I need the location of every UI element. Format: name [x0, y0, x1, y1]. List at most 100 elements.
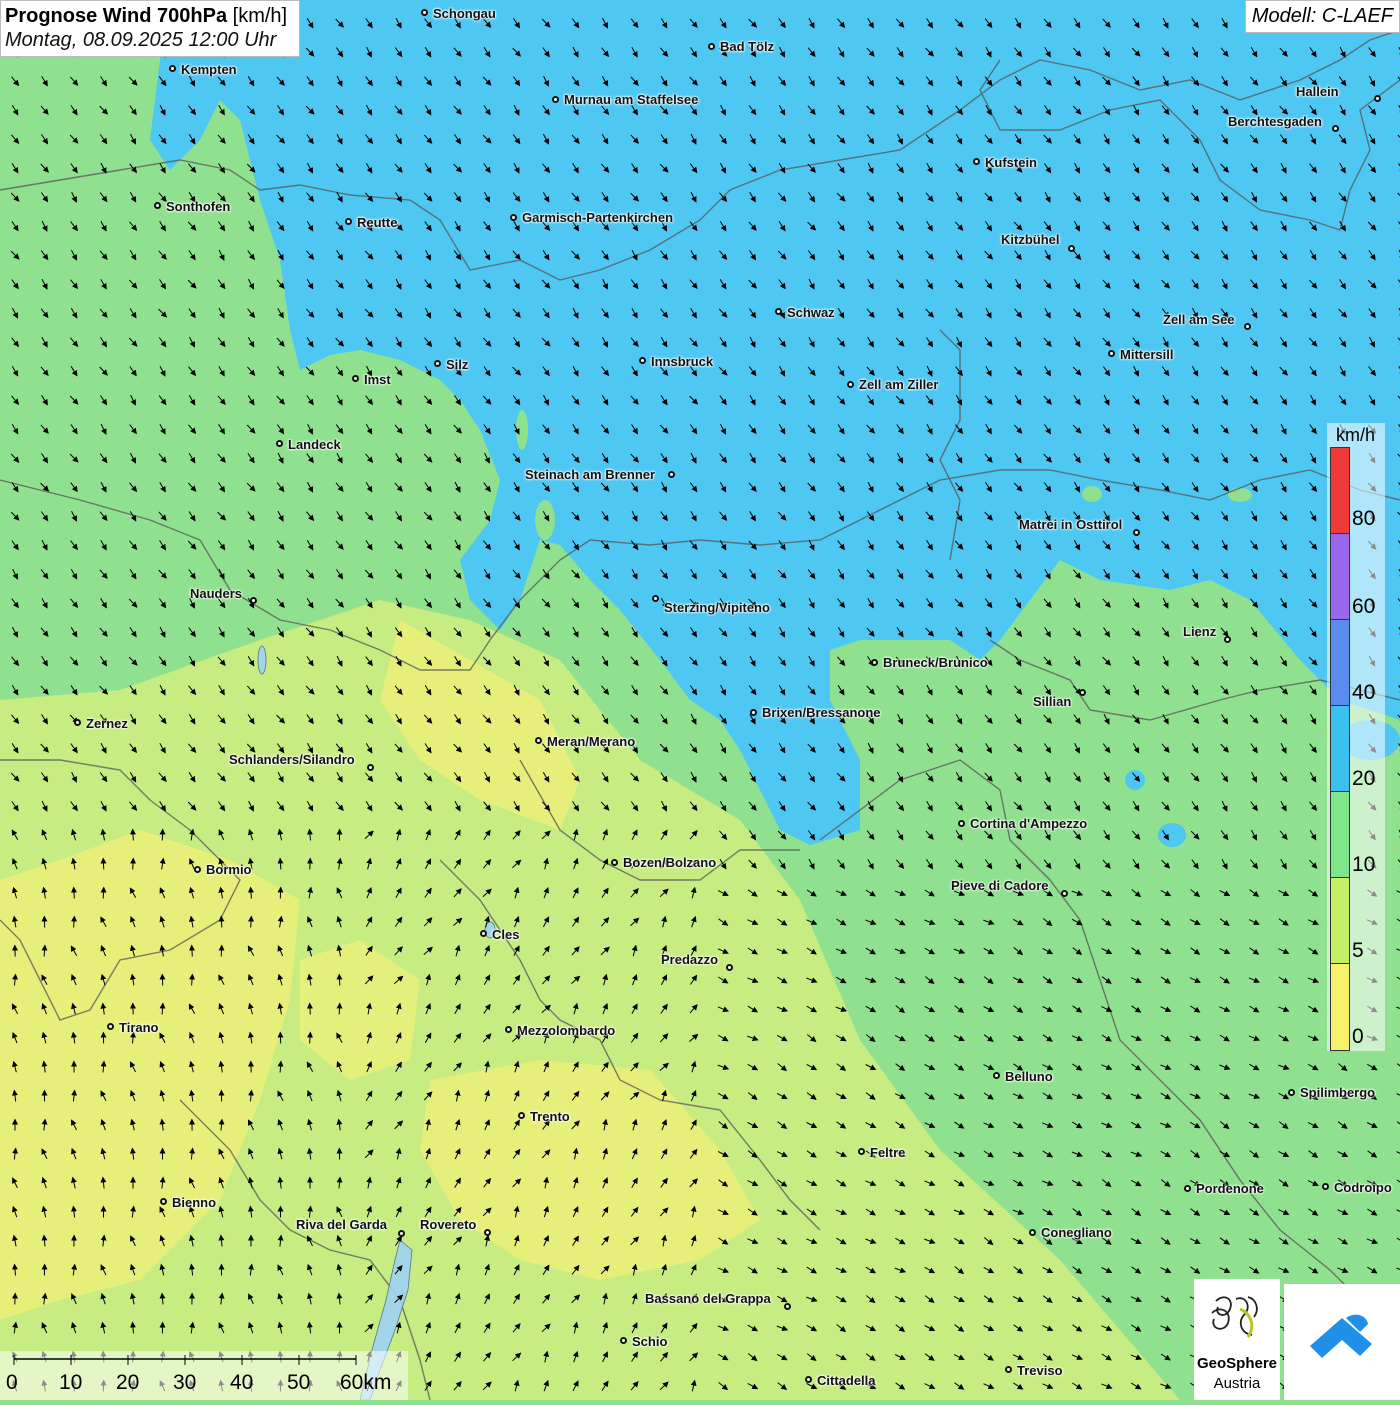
legend-bar-10	[1330, 791, 1350, 879]
city-marker	[775, 308, 782, 315]
city-label: Silz	[446, 357, 468, 372]
scale-label-40: 40	[230, 1371, 253, 1395]
city-label: Pieve di Cadore	[951, 878, 1049, 893]
city-label: Berchtesgaden	[1228, 114, 1322, 129]
city-marker	[484, 1229, 491, 1236]
city-label: Steinach am Brenner	[525, 467, 655, 482]
city-label: Cittadella	[817, 1373, 876, 1388]
legend-bar-20	[1330, 705, 1350, 793]
city-marker	[1108, 350, 1115, 357]
legend-label-60: 60	[1352, 595, 1375, 619]
city-label: Schlanders/Silandro	[229, 752, 355, 767]
city-marker	[1068, 245, 1075, 252]
city-marker	[805, 1376, 812, 1383]
wind-arrow	[103, 859, 104, 870]
city-marker	[74, 719, 81, 726]
legend-label-40: 40	[1352, 681, 1375, 705]
city-marker	[434, 360, 441, 367]
city-marker	[620, 1337, 627, 1344]
city-marker	[668, 471, 675, 478]
legend-bar-60	[1330, 533, 1350, 621]
city-marker	[858, 1148, 865, 1155]
city-marker	[1184, 1185, 1191, 1192]
city-marker	[1133, 529, 1140, 536]
geosphere-logo[interactable]: GeoSphere Austria	[1194, 1279, 1280, 1400]
wind-arrow	[192, 946, 193, 957]
city-label: Imst	[364, 372, 391, 387]
city-marker	[611, 859, 618, 866]
city-label: Bienno	[172, 1195, 216, 1210]
city-marker	[510, 214, 517, 221]
wind-arrow	[310, 1004, 311, 1015]
scale-bar: 0 10 20 30 40 50 60km	[0, 1351, 408, 1400]
legend-label-20: 20	[1352, 767, 1375, 791]
city-marker	[154, 202, 161, 209]
city-marker	[750, 709, 757, 716]
app-logo[interactable]	[1284, 1284, 1400, 1400]
scale-label-60km: 60km	[340, 1371, 391, 1395]
city-label: Codroipo	[1334, 1180, 1392, 1195]
city-label: Mittersill	[1120, 347, 1173, 362]
city-label: Mezzolombardo	[517, 1023, 615, 1038]
scale-label-30: 30	[173, 1371, 196, 1395]
city-label: Treviso	[1017, 1363, 1063, 1378]
city-label: Lienz	[1183, 624, 1216, 639]
scale-label-50: 50	[287, 1371, 310, 1395]
city-label: Schongau	[433, 6, 496, 21]
city-marker	[871, 659, 878, 666]
scale-label-20: 20	[116, 1371, 139, 1395]
city-marker	[1029, 1229, 1036, 1236]
title-unit: [km/h]	[233, 5, 287, 27]
title-main: Prognose Wind 700hPa	[5, 5, 227, 27]
city-label: Conegliano	[1041, 1225, 1112, 1240]
map-title: Prognose Wind 700hPa [km/h] Montag, 08.0…	[0, 0, 300, 57]
city-label: Kitzbühel	[1001, 232, 1060, 247]
city-marker	[639, 357, 646, 364]
city-marker	[276, 440, 283, 447]
wind-arrow	[221, 946, 222, 957]
city-label: Innsbruck	[651, 354, 713, 369]
wind-arrow	[221, 917, 222, 928]
logo-text-geosphere: GeoSphere	[1194, 1355, 1280, 1372]
city-marker	[1224, 636, 1231, 643]
model-label: Modell: C-LAEF	[1245, 0, 1400, 33]
city-label: Matrei in Osttirol	[1019, 517, 1122, 532]
wind-arrow	[103, 888, 104, 899]
city-label: Kufstein	[985, 155, 1037, 170]
city-label: Belluno	[1005, 1069, 1053, 1084]
city-label: Nauders	[190, 586, 242, 601]
city-label: Cles	[492, 927, 519, 942]
city-label: Landeck	[288, 437, 341, 452]
city-label: Bormio	[206, 862, 252, 877]
legend-label-0: 0	[1352, 1025, 1364, 1049]
city-marker	[726, 964, 733, 971]
city-marker	[847, 381, 854, 388]
wind-arrow	[339, 1004, 340, 1015]
legend-label-5: 5	[1352, 939, 1364, 963]
legend-bar-0	[1330, 963, 1350, 1051]
legend-bar-80	[1330, 447, 1350, 535]
color-legend: km/h 80 60 40 20 10 5 0	[1327, 423, 1385, 1051]
city-marker	[352, 375, 359, 382]
city-marker	[398, 1230, 405, 1237]
city-label: Schio	[632, 1334, 667, 1349]
legend-unit: km/h	[1336, 425, 1375, 446]
city-label: Bruneck/Brunico	[883, 655, 988, 670]
city-label: Sillian	[1033, 694, 1071, 709]
city-marker	[518, 1112, 525, 1119]
city-label: Pordenone	[1196, 1181, 1264, 1196]
city-label: Kempten	[181, 62, 237, 77]
city-marker	[1079, 689, 1086, 696]
city-marker	[973, 158, 980, 165]
legend-bar-5	[1330, 877, 1350, 965]
city-label: Sterzing/Vipiteno	[664, 600, 770, 615]
city-marker	[480, 930, 487, 937]
city-label: Predazzo	[661, 952, 718, 967]
city-marker	[958, 820, 965, 827]
city-label: Schwaz	[787, 305, 835, 320]
city-label: Meran/Merano	[547, 734, 635, 749]
city-marker	[784, 1303, 791, 1310]
city-label: Sonthofen	[166, 199, 230, 214]
city-marker	[1288, 1089, 1295, 1096]
geosphere-logo-icon	[1194, 1279, 1280, 1355]
